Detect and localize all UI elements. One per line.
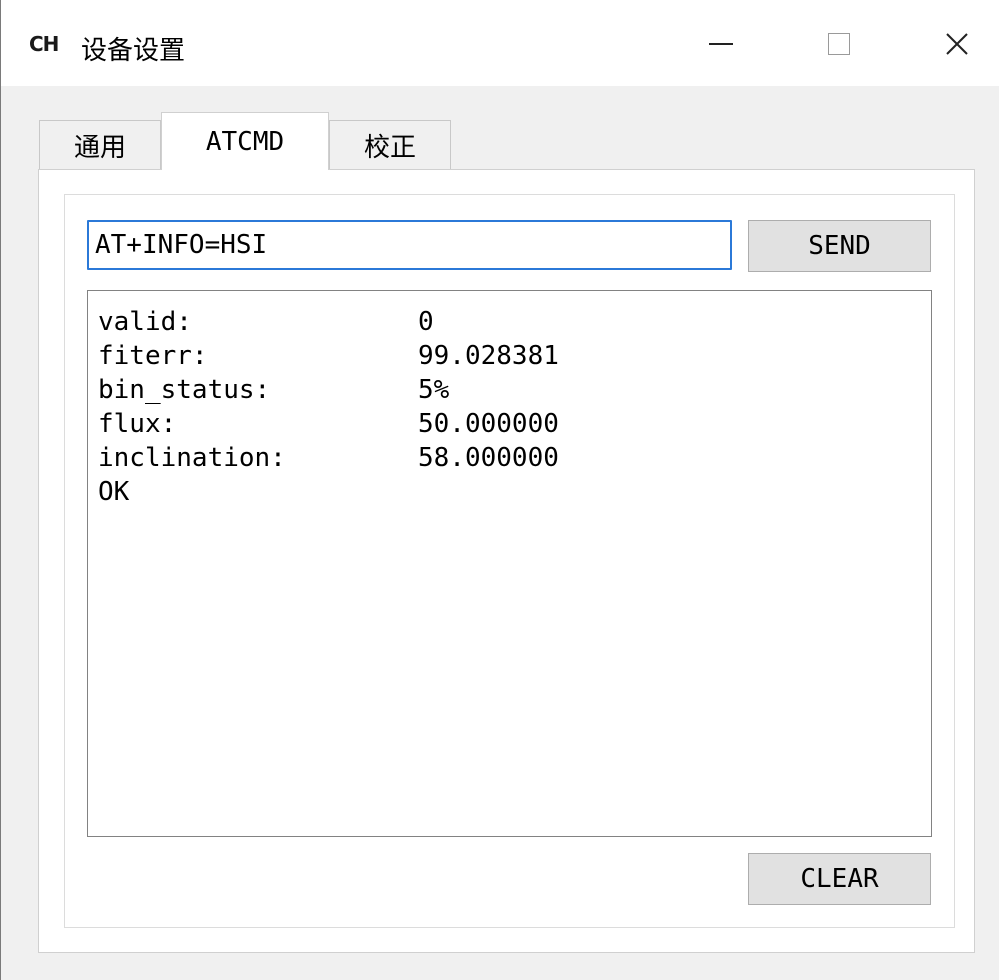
- output-key: fiterr:: [98, 341, 208, 371]
- output-value: 0: [418, 307, 434, 337]
- output-line: OK: [98, 475, 921, 509]
- output-line: inclination: 58.000000: [98, 441, 921, 475]
- output-value: 99.028381: [418, 341, 559, 371]
- output-key: inclination:: [98, 443, 286, 473]
- settings-tabs: 通用 ATCMD 校正: [39, 112, 451, 170]
- output-key: OK: [98, 477, 130, 507]
- output-line: fiterr: 99.028381: [98, 339, 921, 373]
- maximize-icon: [828, 33, 850, 55]
- output-key: valid:: [98, 307, 192, 337]
- minimize-button[interactable]: [691, 18, 751, 70]
- output-value: 50.000000: [418, 409, 559, 439]
- output-value: 58.000000: [418, 443, 559, 473]
- maximize-button[interactable]: [809, 18, 869, 70]
- close-button[interactable]: [927, 18, 987, 70]
- device-settings-window: CH 设备设置 通用 ATCMD 校正 SEND valid: 0: [0, 0, 999, 980]
- app-logo-icon: CH: [29, 32, 59, 62]
- output-value: 5%: [418, 375, 450, 405]
- output-key: flux:: [98, 409, 177, 439]
- tab-atcmd[interactable]: ATCMD: [161, 112, 329, 170]
- close-icon: [946, 33, 968, 55]
- output-line: valid: 0: [98, 305, 921, 339]
- response-output[interactable]: valid: 0 fiterr: 99.028381 bin_status: 5…: [87, 290, 932, 837]
- output-key: bin_status:: [98, 375, 271, 405]
- window-title: 设备设置: [81, 36, 186, 66]
- command-input[interactable]: [87, 220, 732, 270]
- atcmd-tab-panel: SEND valid: 0 fiterr: 99.028381 bin_stat…: [38, 169, 975, 953]
- tab-general[interactable]: 通用: [39, 120, 161, 170]
- tab-calibration[interactable]: 校正: [329, 120, 451, 170]
- minimize-icon: [709, 43, 733, 45]
- output-line: flux: 50.000000: [98, 407, 921, 441]
- title-bar[interactable]: CH 设备设置: [1, 0, 999, 86]
- output-line: bin_status: 5%: [98, 373, 921, 407]
- send-button[interactable]: SEND: [748, 220, 931, 272]
- clear-button[interactable]: CLEAR: [748, 853, 931, 905]
